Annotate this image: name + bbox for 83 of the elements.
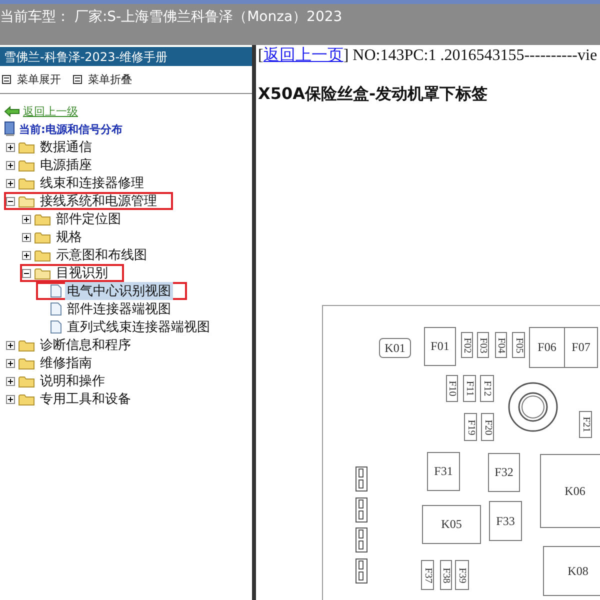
expand-icon[interactable] [22, 232, 31, 242]
mini-fuse: F38 [440, 560, 452, 590]
mini-fuse: F21 [579, 411, 592, 438]
back-link[interactable]: 返回上一页 [263, 47, 344, 64]
collapse-icon[interactable] [22, 268, 31, 278]
folder-icon [18, 356, 35, 370]
mini-fuse: F19 [464, 413, 477, 441]
connector-terminal-icon [355, 466, 368, 492]
computer-icon [4, 121, 16, 137]
mounting-bolt-icon [507, 381, 559, 433]
mini-fuse: F39 [455, 560, 469, 590]
fuse-block: F31 [427, 452, 460, 491]
menu-button[interactable]: 菜单折叠 [73, 72, 132, 87]
folder-icon [18, 140, 35, 154]
document-info: ] NO:143PC:1 .2016543155----------vie [343, 47, 598, 64]
folder-icon [34, 230, 51, 244]
folder-icon [18, 392, 35, 406]
expand-icon[interactable] [6, 160, 15, 170]
tree-item[interactable]: 维修指南 [38, 354, 94, 372]
open-folder-icon [18, 194, 35, 208]
tree-item[interactable]: 部件连接器端视图 [65, 300, 173, 318]
document-icon [50, 302, 62, 316]
expand-icon[interactable] [22, 250, 31, 260]
relay-tag: K01 [379, 338, 411, 358]
tree-item[interactable]: 目视识别 [54, 264, 110, 282]
tree-item[interactable]: 电气中心识别视图 [65, 282, 173, 300]
fuse-block: K08 [543, 546, 600, 596]
menu-button[interactable]: 菜单展开 [2, 72, 61, 87]
fuse-block: F32 [488, 453, 520, 492]
expand-icon[interactable] [6, 358, 15, 368]
fuse-block: F33 [489, 501, 522, 541]
tree-item[interactable]: 电源插座 [38, 156, 94, 174]
fuse-block: F07 [564, 327, 598, 368]
tree-item[interactable]: 部件定位图 [54, 210, 123, 228]
connector-terminal-icon [355, 527, 368, 553]
expand-icon[interactable] [6, 142, 15, 152]
expand-icon[interactable] [6, 178, 15, 188]
expand-icon[interactable] [6, 376, 15, 386]
folder-icon [18, 338, 35, 352]
mini-fuse: F02 [461, 332, 473, 358]
connector-terminal-icon [355, 497, 368, 523]
mini-fuse: F20 [481, 413, 494, 441]
fuse-block: F01 [424, 327, 456, 366]
tree-item[interactable]: 规格 [54, 228, 84, 246]
folder-icon [18, 158, 35, 172]
collapse-icon[interactable] [6, 196, 15, 206]
sidebar-title: 雪佛兰-科鲁泽-2023-维修手册 [0, 47, 252, 66]
bracket: [ [258, 47, 264, 64]
left-arrow-icon [4, 106, 20, 116]
folder-icon [18, 374, 35, 388]
fuse-block: F06 [529, 327, 565, 368]
folder-icon [34, 212, 51, 226]
fuse-block: K05 [422, 505, 481, 544]
title-bar-text: 当前车型： 厂家:S-上海雪佛兰科鲁泽（Monza）2023 [0, 9, 342, 25]
mini-fuse: F12 [480, 375, 494, 402]
connector-terminal-icon [355, 558, 368, 584]
expand-icon[interactable] [6, 394, 15, 404]
list-icon [73, 75, 82, 84]
document-icon [50, 284, 62, 298]
mini-fuse: F05 [512, 332, 525, 358]
tree-item[interactable]: 线束和连接器修理 [38, 174, 146, 192]
mini-fuse: F10 [446, 375, 458, 402]
tree-item[interactable]: 诊断信息和程序 [38, 336, 133, 354]
open-folder-icon [34, 266, 51, 280]
back-link[interactable]: 返回上一级 [23, 104, 78, 118]
mini-fuse: F03 [477, 332, 489, 358]
mini-fuse: F37 [421, 560, 434, 590]
folder-icon [34, 248, 51, 262]
tree-item[interactable]: 数据通信 [38, 138, 94, 156]
tree-item[interactable]: 专用工具和设备 [38, 390, 133, 408]
fuse-block: K06 [540, 454, 600, 528]
page-heading: X50A保险丝盒-发动机罩下标签 [258, 84, 489, 105]
tree-item[interactable]: 示意图和布线图 [54, 246, 149, 264]
current-location: 当前:电源和信号分布 [19, 122, 122, 136]
mini-fuse: F11 [463, 375, 476, 402]
tree-item[interactable]: 说明和操作 [38, 372, 107, 390]
expand-icon[interactable] [22, 214, 31, 224]
expand-icon[interactable] [6, 340, 15, 350]
document-icon [50, 320, 62, 334]
tree-item[interactable]: 直列式线束连接器端视图 [65, 318, 212, 336]
tree-item[interactable]: 接线系统和电源管理 [38, 192, 159, 210]
mini-fuse: F04 [495, 332, 507, 358]
folder-icon [18, 176, 35, 190]
